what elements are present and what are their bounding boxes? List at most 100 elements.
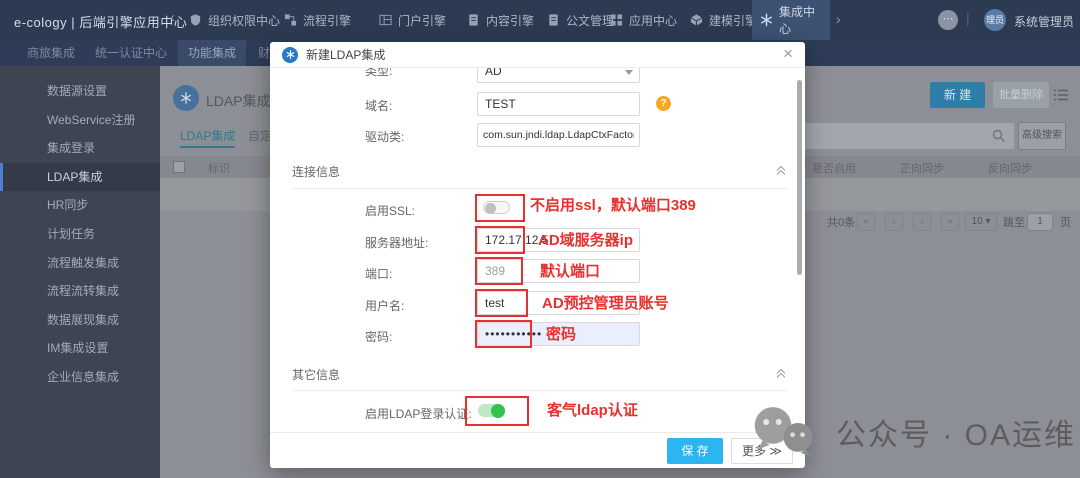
shield-icon [189,13,202,27]
sidebar-item-flow-trigger[interactable]: 流程触发集成 [0,249,160,278]
pagination-prev-button[interactable]: ‹ [885,213,903,231]
username-annotation: AD预控管理员账号 [542,295,669,312]
section-connection-title: 连接信息 [292,165,341,179]
ldap-auth-annotation: 客气ldap认证 [547,402,638,419]
close-icon[interactable]: × [783,44,793,64]
ldap-auth-label: 启用LDAP登录认证: [365,407,472,421]
nav-more-icon[interactable]: › [836,11,841,27]
new-button[interactable]: 新 建 [930,82,985,108]
column-header-id: 标识 [208,163,230,175]
nav-item-portal-engine[interactable]: 门户引擎 [371,0,454,40]
section-divider [292,390,788,391]
nav-item-content-engine[interactable]: 内容引擎 [459,0,542,40]
port-annotation-box [475,257,523,285]
nav-item-integration-center[interactable]: 集成中心 [752,0,830,40]
username-label[interactable]: 系统管理员 [1014,13,1074,30]
nav-item-label: 组织权限中心 [208,13,281,28]
nav-item-label: 建模引擎 [709,13,758,28]
modal-header: 新建LDAP集成 × [270,42,805,68]
advanced-search-button[interactable]: 高级搜索 [1018,122,1066,150]
select-all-checkbox[interactable] [173,161,185,173]
port-annotation: 默认端口 [540,263,601,280]
username-annotation-box [475,289,528,317]
password-annotation-box [475,320,532,348]
document-icon [547,13,560,27]
sidebar-item-scheduled-tasks[interactable]: 计划任务 [0,220,160,249]
layout-icon [379,13,392,27]
ssl-toggle[interactable] [483,201,510,214]
username-label: 用户名: [365,299,405,313]
watermark: 公众号 · OA运维 [750,400,1076,460]
app-logo: e-cology | 后端引擎应用中心 [14,15,188,30]
nav-item-org-center[interactable]: 组织权限中心 [181,0,288,40]
page-size-select[interactable]: 10 ▾ [965,213,997,231]
pagination-total: 共0条 [827,217,856,229]
sidebar-item-webservice[interactable]: WebService注册 [0,106,160,135]
page-unit-label: 页 [1060,217,1071,229]
sidebar-item-datasource[interactable]: 数据源设置 [0,77,160,106]
ldap-auth-toggle[interactable] [478,403,505,418]
avatar[interactable]: 理员 [984,9,1006,31]
list-settings-icon[interactable] [1053,88,1069,107]
tab-ldap-integration[interactable]: LDAP集成 [180,124,236,148]
toggle-knob [491,403,505,418]
user-caret-icon[interactable]: ▾ [1066,13,1071,24]
domain-input[interactable] [477,92,640,116]
sidebar: 数据源设置 WebService注册 集成登录 LDAP集成 HR同步 计划任务… [0,66,160,478]
nav-item-label: 流程引擎 [303,13,352,28]
jump-page-input[interactable]: 1 [1027,213,1053,231]
type-label: 类型: [365,68,393,78]
nav-back-icon[interactable]: ‹ [170,9,175,26]
save-button[interactable]: 保 存 [667,437,723,464]
pagination-next-button[interactable]: › [913,213,931,231]
sidebar-item-data-display[interactable]: 数据展现集成 [0,306,160,335]
type-select[interactable] [477,68,640,83]
nav-item-app-center[interactable]: 应用中心 [602,0,685,40]
help-icon[interactable]: ? [656,96,671,111]
flow-icon [284,13,297,27]
port-label: 端口: [365,267,393,281]
watermark-text: 公众号 · OA运维 [836,419,1077,452]
subnav-item-travel[interactable]: 商旅集成 [17,40,85,66]
column-header-enabled: 是否启用 [812,163,856,175]
subnav-item-auth-center[interactable]: 统一认证中心 [85,40,177,66]
sidebar-item-hr-sync[interactable]: HR同步 [0,191,160,220]
integration-icon [760,13,773,27]
toggle-knob [485,202,496,214]
search-icon[interactable] [992,129,1006,148]
sidebar-item-sso-login[interactable]: 集成登录 [0,134,160,163]
nav-item-workflow-engine[interactable]: 流程引擎 [276,0,359,40]
pagination-last-button[interactable]: » [941,213,959,231]
driver-class-input[interactable] [477,123,640,147]
server-annotation: AD域服务器ip [538,232,633,249]
nav-item-label: 内容引擎 [486,13,535,28]
grid-icon [610,13,623,27]
cube-icon [690,13,703,27]
app-window: e-cology | 后端引擎应用中心 ‹ 组织权限中心 流程引擎 门户引擎 内… [0,0,1080,478]
sidebar-item-enterprise-info[interactable]: 企业信息集成 [0,363,160,392]
top-navbar: e-cology | 后端引擎应用中心 ‹ 组织权限中心 流程引擎 门户引擎 内… [0,0,1080,40]
integration-icon [282,46,298,63]
modal-footer: 保 存 更多 ≫ [270,432,805,468]
sidebar-item-flow-transfer[interactable]: 流程流转集成 [0,277,160,306]
chevron-down-icon [625,70,633,75]
server-annotation-box [475,226,525,254]
section-divider [292,188,788,189]
ldap-page-icon [173,85,199,111]
password-label: 密码: [365,330,393,344]
subnav-item-function[interactable]: 功能集成 [178,40,247,66]
collapse-up-icon[interactable] [775,163,787,181]
modal-scrollbar[interactable] [797,80,802,275]
page-size-value: 10 [971,216,983,227]
server-address-label: 服务器地址: [365,236,429,250]
new-ldap-modal: 新建LDAP集成 × 类型: 域名: ? 驱动类: 连接信息 启用SSL: 不启… [270,42,805,468]
pagination-first-button[interactable]: « [857,213,875,231]
modal-title: 新建LDAP集成 [306,48,386,62]
sidebar-item-im-settings[interactable]: IM集成设置 [0,334,160,363]
batch-delete-button[interactable]: 批量删除 [993,82,1049,108]
sidebar-item-ldap[interactable]: LDAP集成 [0,162,160,192]
document-icon [467,13,480,27]
collapse-up-icon[interactable] [775,366,787,384]
ssl-annotation: 不启用ssl，默认端口389 [530,197,696,214]
more-options-icon[interactable]: ⋯ [938,10,958,30]
